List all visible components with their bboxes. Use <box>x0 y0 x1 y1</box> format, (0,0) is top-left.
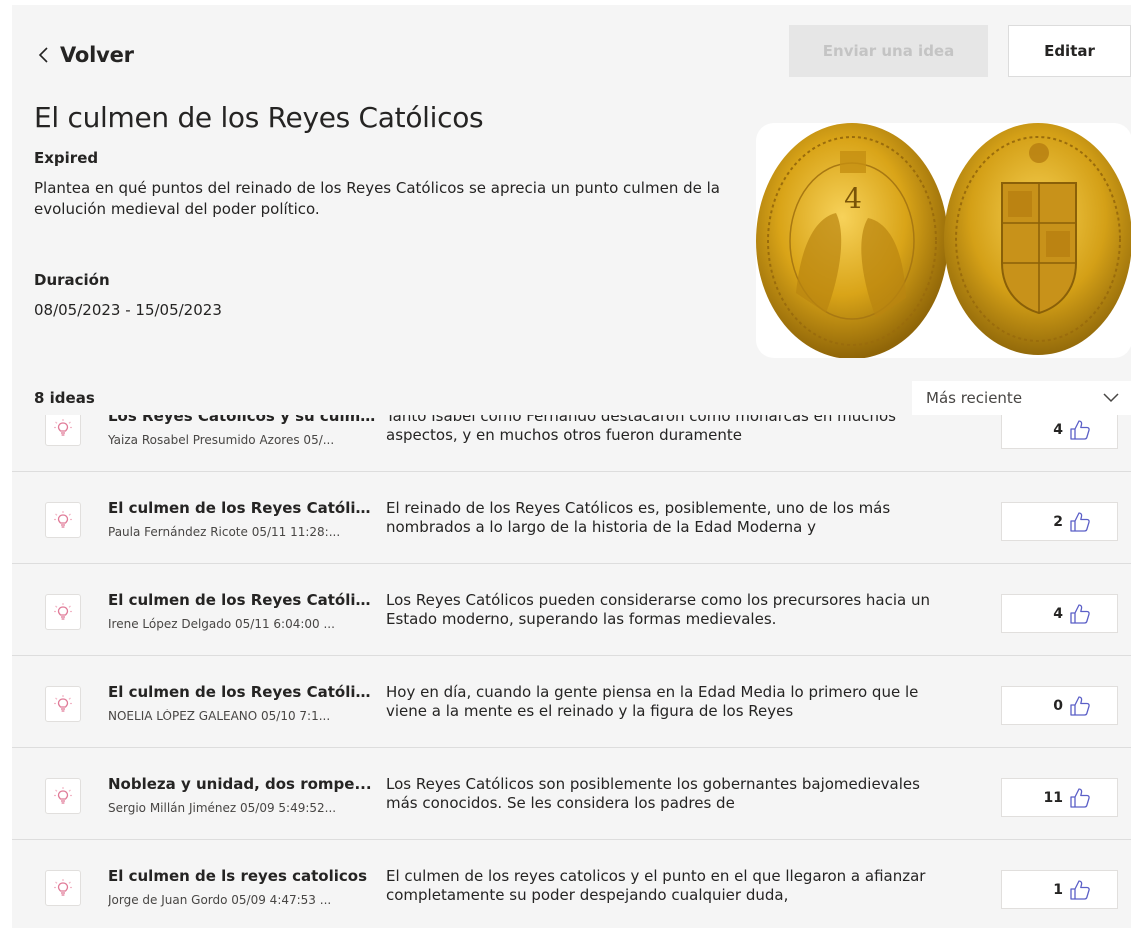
idea-title: Nobleza y unidad, dos rompe... <box>108 775 372 793</box>
like-button[interactable]: 4 <box>1001 594 1118 633</box>
idea-title: El culmen de los Reyes Católicos <box>108 499 376 517</box>
like-button[interactable]: 0 <box>1001 686 1118 725</box>
like-count: 2 <box>1053 513 1063 530</box>
idea-author-date: Irene López Delgado 05/11 6:04:00 ... <box>108 617 335 631</box>
sort-dropdown[interactable]: Más reciente <box>912 381 1131 415</box>
idea-icon-tile <box>45 502 81 538</box>
ideas-list: Los Reyes Católicos y su culmin... Yaiza… <box>12 415 1131 928</box>
idea-challenge-panel: Volver Enviar una idea Editar El culmen … <box>12 5 1131 928</box>
idea-icon-tile <box>45 415 81 446</box>
back-label: Volver <box>60 43 134 67</box>
idea-author-date: Yaiza Rosabel Presumido Azores 05/... <box>108 433 335 447</box>
idea-row[interactable]: El culmen de los Reyes Católicos Paula F… <box>12 472 1131 564</box>
like-count: 11 <box>1043 789 1063 806</box>
thumbs-up-icon <box>1070 511 1090 532</box>
idea-title: Los Reyes Católicos y su culmin... <box>108 415 376 425</box>
idea-icon-tile <box>45 870 81 906</box>
thumbs-up-icon <box>1070 695 1090 716</box>
ideas-count: 8 ideas <box>34 389 95 407</box>
like-count: 0 <box>1053 697 1063 714</box>
idea-title: El culmen de los Reyes Católicos <box>108 683 376 701</box>
lightbulb-icon <box>54 511 72 528</box>
lightbulb-icon <box>54 419 72 436</box>
thumbs-up-icon <box>1070 419 1090 440</box>
like-count: 4 <box>1053 421 1063 438</box>
idea-author-date: Jorge de Juan Gordo 05/09 4:47:53 ... <box>108 893 332 907</box>
lightbulb-icon <box>54 879 72 896</box>
chevron-down-icon <box>1103 393 1119 403</box>
chevron-left-icon <box>38 47 48 63</box>
idea-author-date: NOELIA LÓPEZ GALEANO 05/10 7:1... <box>108 709 331 723</box>
lightbulb-icon <box>54 787 72 804</box>
edit-button[interactable]: Editar <box>1008 25 1131 77</box>
lightbulb-icon <box>54 603 72 620</box>
like-button[interactable]: 11 <box>1001 778 1118 817</box>
gold-coins-illustration: 4 <box>756 123 1131 358</box>
page-title: El culmen de los Reyes Católicos <box>34 101 484 134</box>
idea-snippet: Tanto Isabel como Fernando destacaron co… <box>386 415 896 444</box>
idea-row[interactable]: El culmen de los Reyes Católicos Irene L… <box>12 564 1131 656</box>
idea-icon-tile <box>45 778 81 814</box>
status-label: Expired <box>34 149 99 167</box>
idea-author-date: Paula Fernández Ricote 05/11 11:28:... <box>108 525 341 539</box>
like-button[interactable]: 1 <box>1001 870 1118 909</box>
idea-icon-tile <box>45 686 81 722</box>
submit-idea-button[interactable]: Enviar una idea <box>789 25 988 77</box>
idea-row[interactable]: El culmen de los Reyes Católicos NOELIA … <box>12 656 1131 748</box>
duration-label: Duración <box>34 271 110 289</box>
like-button[interactable]: 2 <box>1001 502 1118 541</box>
idea-row[interactable]: Los Reyes Católicos y su culmin... Yaiza… <box>12 415 1131 472</box>
like-button[interactable]: 4 <box>1001 415 1118 449</box>
sort-label: Más reciente <box>926 389 1023 407</box>
idea-icon-tile <box>45 594 81 630</box>
idea-title: El culmen de los Reyes Católicos <box>108 591 376 609</box>
like-count: 4 <box>1053 605 1063 622</box>
idea-author-date: Sergio Millán Jiménez 05/09 5:49:52... <box>108 801 337 815</box>
thumbs-up-icon <box>1070 879 1090 900</box>
challenge-image: 4 <box>756 123 1131 358</box>
challenge-description: Plantea en qué puntos del reinado de los… <box>34 179 720 218</box>
idea-snippet: El culmen de los reyes catolicos y el pu… <box>386 867 926 904</box>
idea-row[interactable]: Nobleza y unidad, dos rompe... Sergio Mi… <box>12 748 1131 840</box>
idea-snippet: El reinado de los Reyes Católicos es, po… <box>386 499 891 536</box>
thumbs-up-icon <box>1070 787 1090 808</box>
idea-snippet: Los Reyes Católicos pueden considerarse … <box>386 591 931 628</box>
duration-value: 08/05/2023 - 15/05/2023 <box>34 301 222 319</box>
lightbulb-icon <box>54 695 72 712</box>
idea-snippet: Hoy en día, cuando la gente piensa en la… <box>386 683 919 720</box>
idea-title: El culmen de ls reyes catolicos <box>108 867 368 885</box>
idea-snippet: Los Reyes Católicos son posiblemente los… <box>386 775 920 812</box>
thumbs-up-icon <box>1070 603 1090 624</box>
back-button[interactable]: Volver <box>38 43 134 67</box>
svg-text:4: 4 <box>844 182 862 215</box>
idea-row[interactable]: El culmen de ls reyes catolicos Jorge de… <box>12 840 1131 928</box>
like-count: 1 <box>1053 881 1063 898</box>
